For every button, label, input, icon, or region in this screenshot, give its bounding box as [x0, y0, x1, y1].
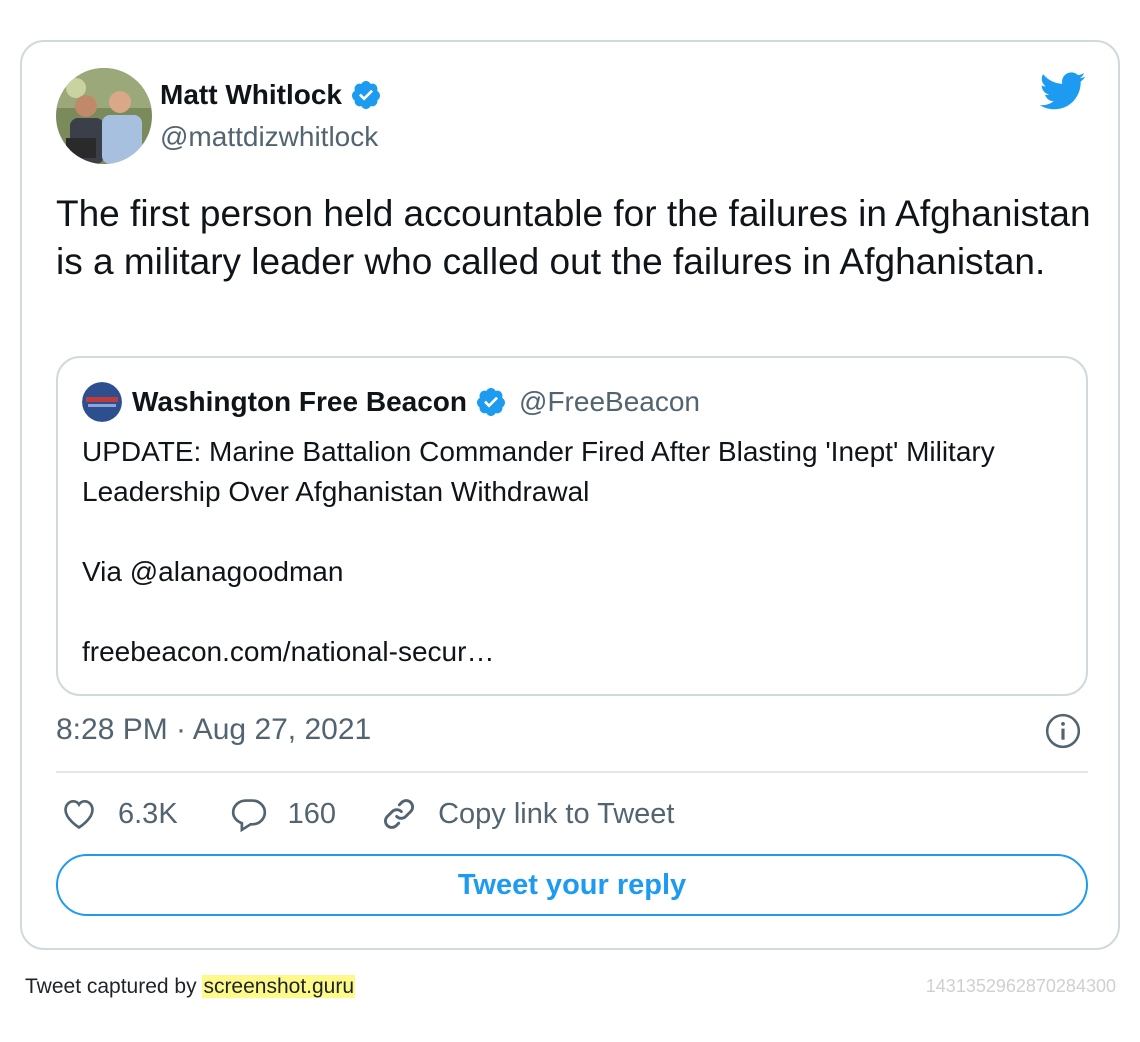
twitter-bird-icon[interactable] — [1038, 72, 1086, 112]
tweet-text: The first person held accountable for th… — [56, 193, 1091, 282]
divider — [56, 771, 1088, 773]
link-icon — [384, 799, 414, 829]
reply-bubble-icon — [231, 799, 266, 833]
reply-count-button[interactable]: 160 — [230, 795, 336, 833]
verified-badge-icon — [351, 81, 380, 109]
tweet-actions: 6.3K 160 Copy link to Tweet — [60, 794, 674, 834]
quoted-tweet-header: Washington Free Beacon @FreeBeacon — [82, 382, 700, 422]
heart-icon — [64, 799, 94, 830]
author-name[interactable]: Matt Whitlock — [160, 78, 382, 112]
footer-captured-by-text: Tweet captured by — [25, 975, 203, 998]
info-icon[interactable] — [1044, 712, 1082, 750]
like-button[interactable]: 6.3K — [60, 795, 178, 833]
footer-tweet-id: 1431352962870284300 — [925, 976, 1116, 996]
footer-site-link[interactable]: screenshot.guru — [202, 975, 356, 998]
author-handle[interactable]: @mattdizwhitlock — [160, 120, 378, 154]
tweet-timestamp[interactable]: 8:28 PM · Aug 27, 2021 — [56, 712, 371, 748]
author-name-text[interactable]: Matt Whitlock — [160, 78, 342, 112]
reply-count: 160 — [287, 797, 337, 830]
tweet-card: Matt Whitlock @mattdizwhitlock The first… — [20, 40, 1120, 950]
quoted-tweet-body: UPDATE: Marine Battalion Commander Fired… — [82, 432, 1072, 672]
footer-capture-credit: Tweet captured by screenshot.guru — [25, 974, 356, 1000]
tweet-your-reply-button[interactable]: Tweet your reply — [56, 854, 1088, 916]
quoted-text-via: Via @alanagoodman — [82, 556, 344, 587]
author-avatar[interactable] — [56, 68, 152, 164]
quoted-author-handle: @FreeBeacon — [519, 386, 700, 417]
quoted-author-name: Washington Free Beacon — [132, 386, 468, 417]
quoted-verified-badge-icon — [477, 388, 506, 416]
quoted-text-headline: UPDATE: Marine Battalion Commander Fired… — [82, 436, 995, 507]
copy-link-button[interactable]: Copy link to Tweet — [380, 795, 674, 833]
quoted-tweet[interactable]: Washington Free Beacon @FreeBeacon UPDAT… — [56, 356, 1088, 696]
like-count: 6.3K — [118, 797, 178, 830]
quoted-text-link: freebeacon.com/national-secur… — [82, 636, 495, 667]
copy-link-label: Copy link to Tweet — [438, 797, 675, 830]
quoted-author-avatar — [82, 382, 122, 422]
